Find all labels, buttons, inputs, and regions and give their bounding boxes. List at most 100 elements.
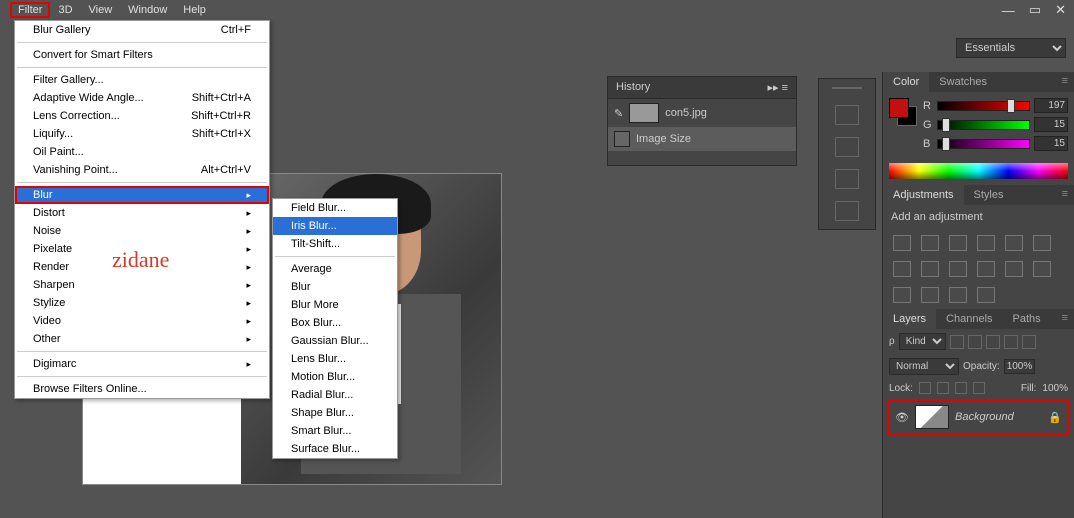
- filter-pixel-icon[interactable]: [950, 335, 964, 349]
- filter-menu-item[interactable]: Blur GalleryCtrl+F: [15, 21, 269, 39]
- filter-menu-item[interactable]: Other: [15, 330, 269, 348]
- filter-menu-item[interactable]: Adaptive Wide Angle...Shift+Ctrl+A: [15, 89, 269, 107]
- blur-submenu-item[interactable]: Lens Blur...: [273, 350, 397, 368]
- blur-submenu-item[interactable]: Tilt-Shift...: [273, 235, 397, 253]
- filter-menu-item[interactable]: Render: [15, 258, 269, 276]
- blur-submenu-item[interactable]: Field Blur...: [273, 199, 397, 217]
- b-input[interactable]: [1034, 136, 1068, 151]
- panel-collapse-icon[interactable]: ▸▸ ≡: [767, 81, 788, 94]
- lock-trans-icon[interactable]: [919, 382, 931, 394]
- lock-pixels-icon[interactable]: [937, 382, 949, 394]
- adj-channel-mixer-icon[interactable]: [977, 261, 995, 277]
- b-slider[interactable]: [937, 139, 1030, 149]
- adj-gradient-map-icon[interactable]: [949, 287, 967, 303]
- blur-submenu[interactable]: Field Blur...Iris Blur...Tilt-Shift... Av…: [272, 198, 398, 459]
- blur-submenu-item[interactable]: Surface Blur...: [273, 440, 397, 458]
- visibility-icon[interactable]: 👁: [895, 411, 909, 424]
- adj-selective-icon[interactable]: [977, 287, 995, 303]
- filter-menu-item[interactable]: Pixelate: [15, 240, 269, 258]
- adj-hue-icon[interactable]: [1033, 235, 1051, 251]
- adj-bw-icon[interactable]: [921, 261, 939, 277]
- blur-submenu-item[interactable]: Smart Blur...: [273, 422, 397, 440]
- adj-brightness-icon[interactable]: [893, 235, 911, 251]
- fill-value[interactable]: 100%: [1042, 383, 1068, 394]
- maximize-icon[interactable]: ▭: [1029, 2, 1041, 18]
- adj-balance-icon[interactable]: [893, 261, 911, 277]
- filter-menu[interactable]: Blur GalleryCtrl+F Convert for Smart Filt…: [14, 20, 270, 399]
- workspace-switcher[interactable]: Essentials: [956, 38, 1066, 58]
- blend-mode-select[interactable]: Normal: [889, 358, 959, 375]
- blur-submenu-item[interactable]: Box Blur...: [273, 314, 397, 332]
- color-spectrum[interactable]: [889, 163, 1068, 179]
- adj-levels-icon[interactable]: [921, 235, 939, 251]
- filter-menu-item[interactable]: Sharpen: [15, 276, 269, 294]
- minimize-icon[interactable]: —: [1002, 3, 1015, 18]
- channels-tab[interactable]: Channels: [936, 309, 1002, 329]
- lock-position-icon[interactable]: [955, 382, 967, 394]
- blur-submenu-item[interactable]: Radial Blur...: [273, 386, 397, 404]
- adj-threshold-icon[interactable]: [921, 287, 939, 303]
- adj-posterize-icon[interactable]: [893, 287, 911, 303]
- blur-submenu-item[interactable]: Iris Blur...: [273, 217, 397, 235]
- g-input[interactable]: [1034, 117, 1068, 132]
- layer-row-background[interactable]: 👁 Background 🔒: [887, 399, 1070, 435]
- menu-3d[interactable]: 3D: [50, 2, 80, 18]
- blur-submenu-item[interactable]: Gaussian Blur...: [273, 332, 397, 350]
- menu-filter[interactable]: Filter: [10, 2, 50, 18]
- menu-window[interactable]: Window: [120, 2, 175, 18]
- close-icon[interactable]: ✕: [1055, 2, 1066, 18]
- styles-tab[interactable]: Styles: [964, 185, 1014, 205]
- filter-menu-item[interactable]: Digimarc: [15, 355, 269, 373]
- filter-menu-item[interactable]: Noise: [15, 222, 269, 240]
- adjustments-tab[interactable]: Adjustments: [883, 185, 964, 205]
- blur-submenu-item[interactable]: Average: [273, 260, 397, 278]
- paths-tab[interactable]: Paths: [1003, 309, 1051, 329]
- filter-type-icon[interactable]: [986, 335, 1000, 349]
- filter-shape-icon[interactable]: [1004, 335, 1018, 349]
- blur-submenu-item[interactable]: Blur: [273, 278, 397, 296]
- opacity-value[interactable]: 100%: [1004, 359, 1036, 374]
- filter-menu-item[interactable]: Stylize: [15, 294, 269, 312]
- adj-photo-filter-icon[interactable]: [949, 261, 967, 277]
- blur-submenu-item[interactable]: Shape Blur...: [273, 404, 397, 422]
- panel-menu-icon[interactable]: ≡: [1056, 185, 1074, 205]
- adj-exposure-icon[interactable]: [977, 235, 995, 251]
- strip-icon-3[interactable]: [835, 169, 859, 189]
- filter-menu-item[interactable]: Filter Gallery...: [15, 71, 269, 89]
- history-tab[interactable]: History: [616, 81, 650, 94]
- strip-icon-1[interactable]: [835, 105, 859, 125]
- adj-curves-icon[interactable]: [949, 235, 967, 251]
- panel-menu-icon[interactable]: ≡: [1056, 72, 1074, 92]
- r-input[interactable]: [1034, 98, 1068, 113]
- swatches-tab[interactable]: Swatches: [929, 72, 997, 92]
- history-source-row[interactable]: ✎ con5.jpg: [608, 99, 796, 127]
- strip-icon-4[interactable]: [835, 201, 859, 221]
- filter-smart-icon[interactable]: [1022, 335, 1036, 349]
- panel-menu-icon[interactable]: ≡: [1056, 309, 1074, 329]
- filter-menu-item[interactable]: Distort: [15, 204, 269, 222]
- layer-kind-select[interactable]: Kind: [899, 333, 946, 350]
- blur-submenu-item[interactable]: Blur More: [273, 296, 397, 314]
- r-slider[interactable]: [937, 101, 1030, 111]
- adj-invert-icon[interactable]: [1033, 261, 1051, 277]
- adj-lookup-icon[interactable]: [1005, 261, 1023, 277]
- strip-icon-2[interactable]: [835, 137, 859, 157]
- filter-menu-item[interactable]: Blur: [15, 186, 269, 204]
- layers-tab[interactable]: Layers: [883, 309, 936, 329]
- menu-view[interactable]: View: [81, 2, 121, 18]
- history-step-row[interactable]: Image Size: [608, 127, 796, 151]
- color-swatch[interactable]: [889, 98, 917, 126]
- filter-menu-item[interactable]: Lens Correction...Shift+Ctrl+R: [15, 107, 269, 125]
- filter-menu-item[interactable]: Oil Paint...: [15, 143, 269, 161]
- filter-menu-item[interactable]: Liquify...Shift+Ctrl+X: [15, 125, 269, 143]
- workspace-select[interactable]: Essentials: [956, 38, 1066, 58]
- filter-menu-item[interactable]: Browse Filters Online...: [15, 380, 269, 398]
- lock-all-icon[interactable]: [973, 382, 985, 394]
- color-tab[interactable]: Color: [883, 72, 929, 92]
- filter-adj-icon[interactable]: [968, 335, 982, 349]
- adj-vibrance-icon[interactable]: [1005, 235, 1023, 251]
- filter-menu-item[interactable]: Video: [15, 312, 269, 330]
- filter-menu-item[interactable]: Convert for Smart Filters: [15, 46, 269, 64]
- blur-submenu-item[interactable]: Motion Blur...: [273, 368, 397, 386]
- filter-menu-item[interactable]: Vanishing Point...Alt+Ctrl+V: [15, 161, 269, 179]
